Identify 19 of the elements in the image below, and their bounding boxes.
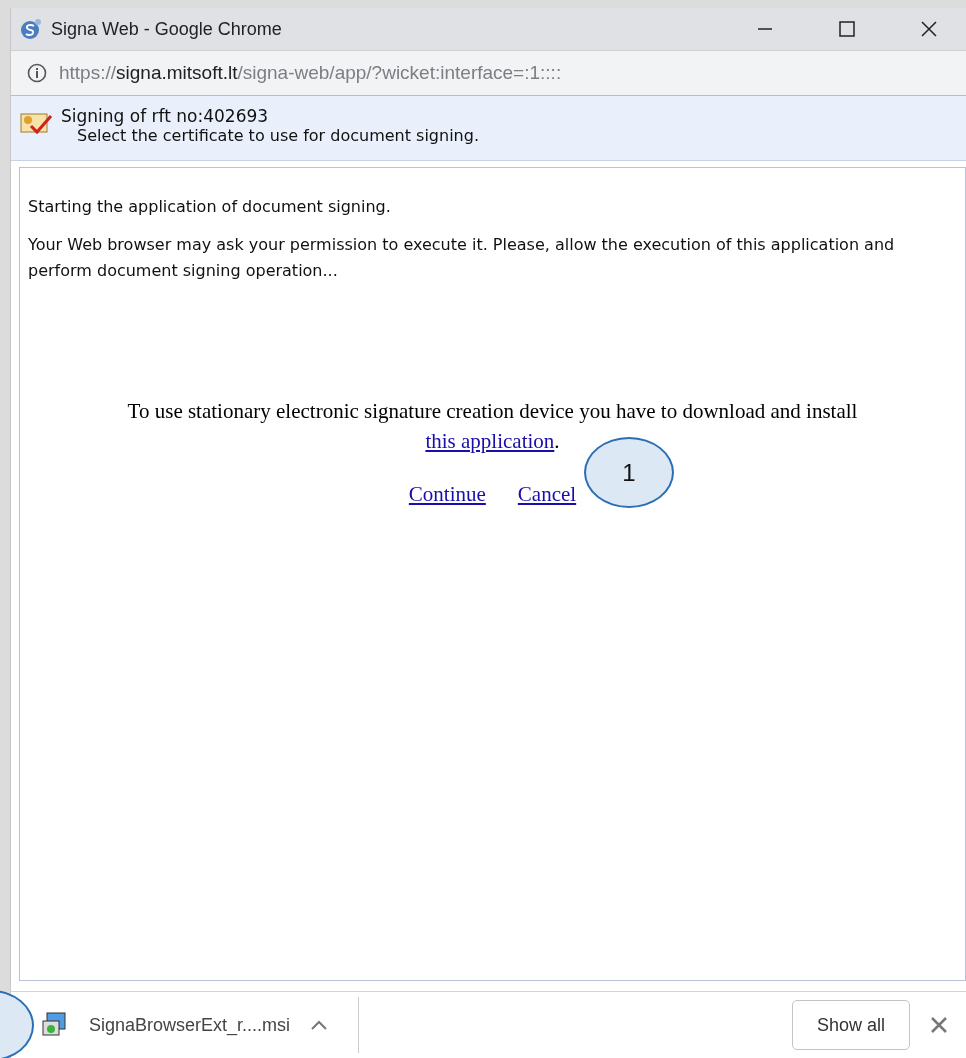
message-text: Starting the application of document signing. [28, 196, 392, 218]
app-icon [19, 17, 43, 41]
window-title: Signa Web - Google Chrome [51, 18, 283, 40]
installer-icon[interactable] [41, 1011, 69, 1039]
download-filename[interactable]: SignaBrowserExt_r....msi [89, 1014, 291, 1036]
action-link[interactable]: Cancel [517, 482, 577, 507]
message-text: Your Web browser may ask your permission to execute it. Please, allow the execution of this application and perform document signing operation... [28, 234, 896, 282]
caret-icon[interactable] [310, 1019, 329, 1031]
close-icon [930, 1016, 948, 1034]
download-link[interactable]: this application [425, 429, 555, 453]
url-text: https://signa.mitsoft.lt/signa-web/app/?wicket:interface=:1:::: [59, 62, 562, 84]
show-all-button[interactable]: Show all [791, 1000, 910, 1050]
minimize-icon [758, 28, 772, 30]
dialog-title: Signing of rft no:402693 [61, 106, 270, 126]
close-icon [920, 20, 938, 38]
info-icon[interactable] [27, 63, 47, 83]
dialog-subtitle: Select the certificate to use for document signing. [76, 126, 479, 145]
maximize-icon [838, 20, 856, 38]
action-link[interactable]: Continue [408, 482, 486, 507]
